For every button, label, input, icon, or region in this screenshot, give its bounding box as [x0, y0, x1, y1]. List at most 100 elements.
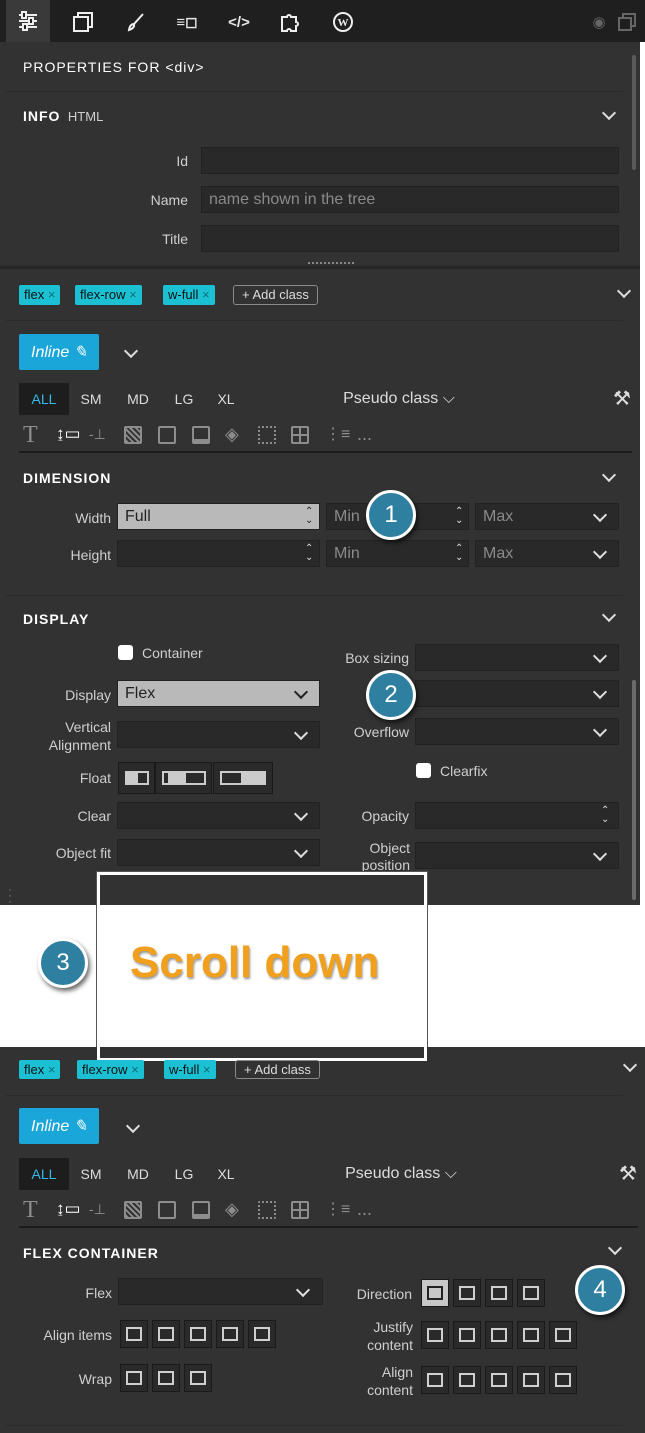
class-tag-flex[interactable]: flex × — [19, 1060, 61, 1079]
eye-icon[interactable]: ◉ — [586, 9, 612, 35]
tools-icon[interactable]: ⚒ — [613, 1158, 643, 1190]
typography-icon[interactable]: T — [23, 422, 38, 449]
brush-icon[interactable] — [123, 9, 149, 35]
effects-icon[interactable]: ◈ — [225, 424, 239, 445]
border-icon[interactable] — [158, 426, 176, 444]
align-content-end-button[interactable] — [485, 1366, 513, 1394]
pseudo-class-select[interactable]: Pseudo class ⌵ — [329, 383, 469, 415]
wrap-reverse-button[interactable] — [184, 1364, 212, 1392]
add-class-button[interactable]: + Add class — [233, 285, 318, 305]
more-icon[interactable]: ... — [357, 424, 372, 445]
height-min-input[interactable]: Min — [326, 540, 469, 567]
background-icon[interactable] — [124, 426, 142, 444]
remove-icon[interactable]: × — [48, 1062, 56, 1077]
width-stepper[interactable]: ⌃ ⌄ — [305, 507, 313, 527]
width-min-stepper[interactable]: ⌃ ⌄ — [455, 507, 463, 527]
opacity-input[interactable] — [415, 802, 619, 829]
box-sizing-select[interactable] — [415, 644, 619, 671]
position-icon[interactable]: -⊥ — [89, 426, 106, 443]
layout-icon[interactable] — [192, 426, 210, 444]
flex-icon[interactable] — [258, 426, 276, 444]
class-tag-w-full[interactable]: w-full × — [163, 285, 215, 305]
info-header[interactable]: INFO HTML — [23, 108, 103, 126]
inline-button[interactable]: Inline ✎ — [19, 334, 100, 370]
align-content-around-button[interactable] — [549, 1366, 577, 1394]
visibility-select[interactable] — [415, 680, 619, 707]
id-field[interactable] — [201, 147, 619, 174]
overflow-select[interactable] — [415, 718, 619, 745]
vertical-alignment-select[interactable] — [117, 721, 320, 748]
justify-between-button[interactable] — [517, 1321, 545, 1349]
wrap-button[interactable] — [120, 1364, 148, 1392]
puzzle-icon[interactable] — [277, 9, 303, 35]
justify-start-button[interactable] — [421, 1321, 449, 1349]
css-icon[interactable] — [70, 9, 96, 35]
direction-column-button[interactable] — [485, 1279, 513, 1307]
inline-button[interactable]: Inline ✎ — [19, 1108, 100, 1144]
flex-icon[interactable] — [258, 1201, 276, 1219]
breakpoint-xl[interactable]: XL — [207, 383, 245, 415]
breakpoint-md[interactable]: MD — [115, 383, 161, 415]
align-items-end-button[interactable] — [216, 1320, 244, 1348]
float-right-button[interactable] — [213, 762, 273, 794]
pseudo-class-select[interactable]: Pseudo class ⌵ — [331, 1158, 471, 1190]
height-min-stepper[interactable]: ⌃ ⌄ — [455, 544, 463, 564]
object-position-select[interactable] — [415, 842, 619, 869]
width-input[interactable]: Full — [117, 503, 320, 530]
float-left-button[interactable] — [118, 762, 155, 794]
remove-icon[interactable]: × — [131, 1062, 139, 1077]
border-icon[interactable] — [158, 1201, 176, 1219]
breakpoint-lg[interactable]: LG — [165, 383, 203, 415]
align-items-center-button[interactable] — [184, 1320, 212, 1348]
breakpoint-xl[interactable]: XL — [207, 1158, 245, 1190]
breakpoint-all[interactable]: ALL — [19, 383, 69, 415]
remove-icon[interactable]: × — [202, 287, 210, 302]
typography-icon[interactable]: T — [23, 1197, 38, 1224]
remove-icon[interactable]: × — [203, 1062, 211, 1077]
breakpoint-all[interactable]: ALL — [19, 1158, 69, 1190]
float-none-button[interactable] — [155, 762, 212, 794]
align-content-start-button[interactable] — [421, 1366, 449, 1394]
class-tag-flex[interactable]: flex × — [19, 285, 61, 305]
position-icon[interactable]: -⊥ — [89, 1201, 106, 1218]
background-icon[interactable] — [124, 1201, 142, 1219]
clearfix-checkbox[interactable] — [416, 763, 431, 778]
effects-icon[interactable]: ◈ — [225, 1199, 239, 1220]
resize-handle[interactable] — [308, 262, 354, 265]
spacing-icon[interactable]: ↨▭ — [56, 424, 81, 444]
scrollbar-top[interactable] — [632, 55, 636, 170]
direction-row-reverse-button[interactable] — [453, 1279, 481, 1307]
wordpress-icon[interactable]: W — [330, 9, 356, 35]
justify-around-button[interactable] — [549, 1321, 577, 1349]
height-input[interactable] — [117, 540, 320, 567]
align-content-between-button[interactable] — [517, 1366, 545, 1394]
sliders-icon[interactable] — [6, 0, 50, 42]
breakpoint-md[interactable]: MD — [115, 1158, 161, 1190]
list-icon[interactable]: ≡◻ — [174, 9, 200, 35]
code-icon[interactable]: </> — [226, 9, 252, 35]
opacity-stepper[interactable]: ⌃ ⌄ — [601, 806, 609, 826]
container-checkbox[interactable] — [118, 645, 133, 660]
justify-center-button[interactable] — [485, 1321, 513, 1349]
list-style-icon[interactable]: ⋮≡ — [325, 1199, 350, 1219]
more-icon[interactable]: ... — [357, 1199, 372, 1220]
title-field[interactable] — [201, 225, 619, 252]
copy-icon[interactable] — [614, 9, 640, 35]
list-style-icon[interactable]: ⋮≡ — [325, 424, 350, 444]
align-items-baseline-button[interactable] — [248, 1320, 276, 1348]
spacing-icon[interactable]: ↨▭ — [56, 1199, 81, 1219]
class-tag-flex-row[interactable]: flex-row × — [75, 285, 142, 305]
align-items-stretch-button[interactable] — [120, 1320, 148, 1348]
justify-end-button[interactable] — [453, 1321, 481, 1349]
scrollbar[interactable] — [632, 680, 636, 900]
align-items-start-button[interactable] — [152, 1320, 180, 1348]
name-field[interactable]: name shown in the tree — [201, 186, 619, 213]
height-stepper[interactable]: ⌃ ⌄ — [305, 544, 313, 564]
clear-select[interactable] — [117, 802, 320, 829]
class-tag-flex-row[interactable]: flex-row × — [77, 1060, 144, 1079]
remove-icon[interactable]: × — [48, 287, 56, 302]
grid-icon[interactable] — [291, 1201, 309, 1219]
nowrap-button[interactable] — [152, 1364, 180, 1392]
layout-icon[interactable] — [192, 1201, 210, 1219]
flex-select[interactable] — [118, 1278, 323, 1305]
